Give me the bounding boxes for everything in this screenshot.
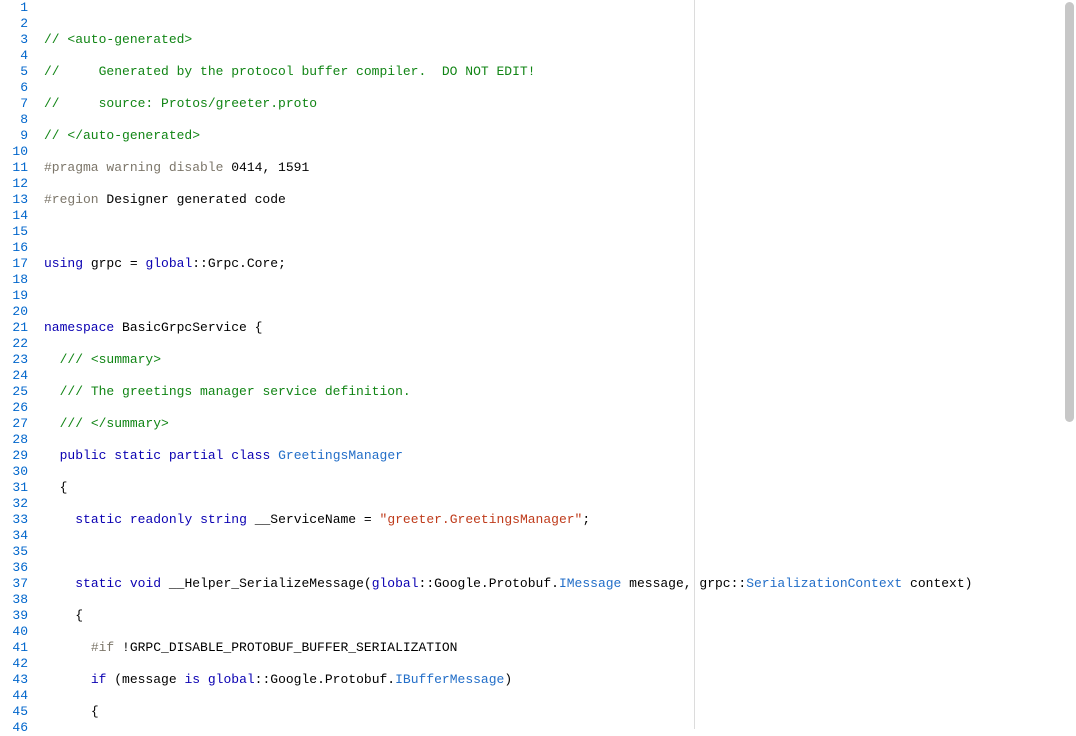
line-number: 38: [0, 592, 28, 608]
code-line: /// The greetings manager service defini…: [34, 384, 1076, 400]
code-line: static readonly string __ServiceName = "…: [34, 512, 1076, 528]
line-number: 39: [0, 608, 28, 624]
code-line: [34, 544, 1076, 560]
code-line: // </auto-generated>: [34, 128, 1076, 144]
line-number: 19: [0, 288, 28, 304]
line-number: 43: [0, 672, 28, 688]
line-number: 41: [0, 640, 28, 656]
line-number: 29: [0, 448, 28, 464]
code-line: #region Designer generated code: [34, 192, 1076, 208]
code-line: using grpc = global::Grpc.Core;: [34, 256, 1076, 272]
line-number: 33: [0, 512, 28, 528]
line-number: 45: [0, 704, 28, 720]
code-line: // Generated by the protocol buffer comp…: [34, 64, 1076, 80]
code-line: // source: Protos/greeter.proto: [34, 96, 1076, 112]
line-number: 17: [0, 256, 28, 272]
code-line: {: [34, 608, 1076, 624]
line-number: 8: [0, 112, 28, 128]
code-content[interactable]: // <auto-generated> // Generated by the …: [34, 0, 1076, 729]
line-number: 36: [0, 560, 28, 576]
line-number: 34: [0, 528, 28, 544]
code-line: [34, 288, 1076, 304]
line-number: 10: [0, 144, 28, 160]
code-line: public static partial class GreetingsMan…: [34, 448, 1076, 464]
line-number: 12: [0, 176, 28, 192]
line-number: 23: [0, 352, 28, 368]
line-number: 13: [0, 192, 28, 208]
line-number-gutter: 1234567891011121314151617181920212223242…: [0, 0, 34, 729]
code-line: // <auto-generated>: [34, 32, 1076, 48]
line-number: 30: [0, 464, 28, 480]
line-number: 37: [0, 576, 28, 592]
line-number: 22: [0, 336, 28, 352]
line-number: 11: [0, 160, 28, 176]
code-line: /// <summary>: [34, 352, 1076, 368]
line-number: 16: [0, 240, 28, 256]
line-number: 44: [0, 688, 28, 704]
code-line: static void __Helper_SerializeMessage(gl…: [34, 576, 1076, 592]
vertical-scrollbar[interactable]: [1065, 2, 1074, 422]
line-number: 32: [0, 496, 28, 512]
code-editor[interactable]: 1234567891011121314151617181920212223242…: [0, 0, 1076, 729]
code-line: namespace BasicGrpcService {: [34, 320, 1076, 336]
code-line: if (message is global::Google.Protobuf.I…: [34, 672, 1076, 688]
code-line: {: [34, 704, 1076, 720]
line-number: 9: [0, 128, 28, 144]
line-number: 27: [0, 416, 28, 432]
line-number: 31: [0, 480, 28, 496]
line-number: 4: [0, 48, 28, 64]
line-number: 14: [0, 208, 28, 224]
code-line: /// </summary>: [34, 416, 1076, 432]
line-number: 40: [0, 624, 28, 640]
line-number: 21: [0, 320, 28, 336]
line-number: 26: [0, 400, 28, 416]
code-line: {: [34, 480, 1076, 496]
line-number: 35: [0, 544, 28, 560]
line-number: 42: [0, 656, 28, 672]
line-number: 28: [0, 432, 28, 448]
line-number: 15: [0, 224, 28, 240]
code-line: [34, 224, 1076, 240]
line-number: 7: [0, 96, 28, 112]
line-number: 18: [0, 272, 28, 288]
line-number: 25: [0, 384, 28, 400]
line-number: 3: [0, 32, 28, 48]
line-number: 2: [0, 16, 28, 32]
code-line: #if !GRPC_DISABLE_PROTOBUF_BUFFER_SERIAL…: [34, 640, 1076, 656]
line-number: 46: [0, 720, 28, 736]
line-number: 6: [0, 80, 28, 96]
code-line: #pragma warning disable 0414, 1591: [34, 160, 1076, 176]
line-number: 24: [0, 368, 28, 384]
line-number: 5: [0, 64, 28, 80]
line-number: 20: [0, 304, 28, 320]
line-number: 1: [0, 0, 28, 16]
